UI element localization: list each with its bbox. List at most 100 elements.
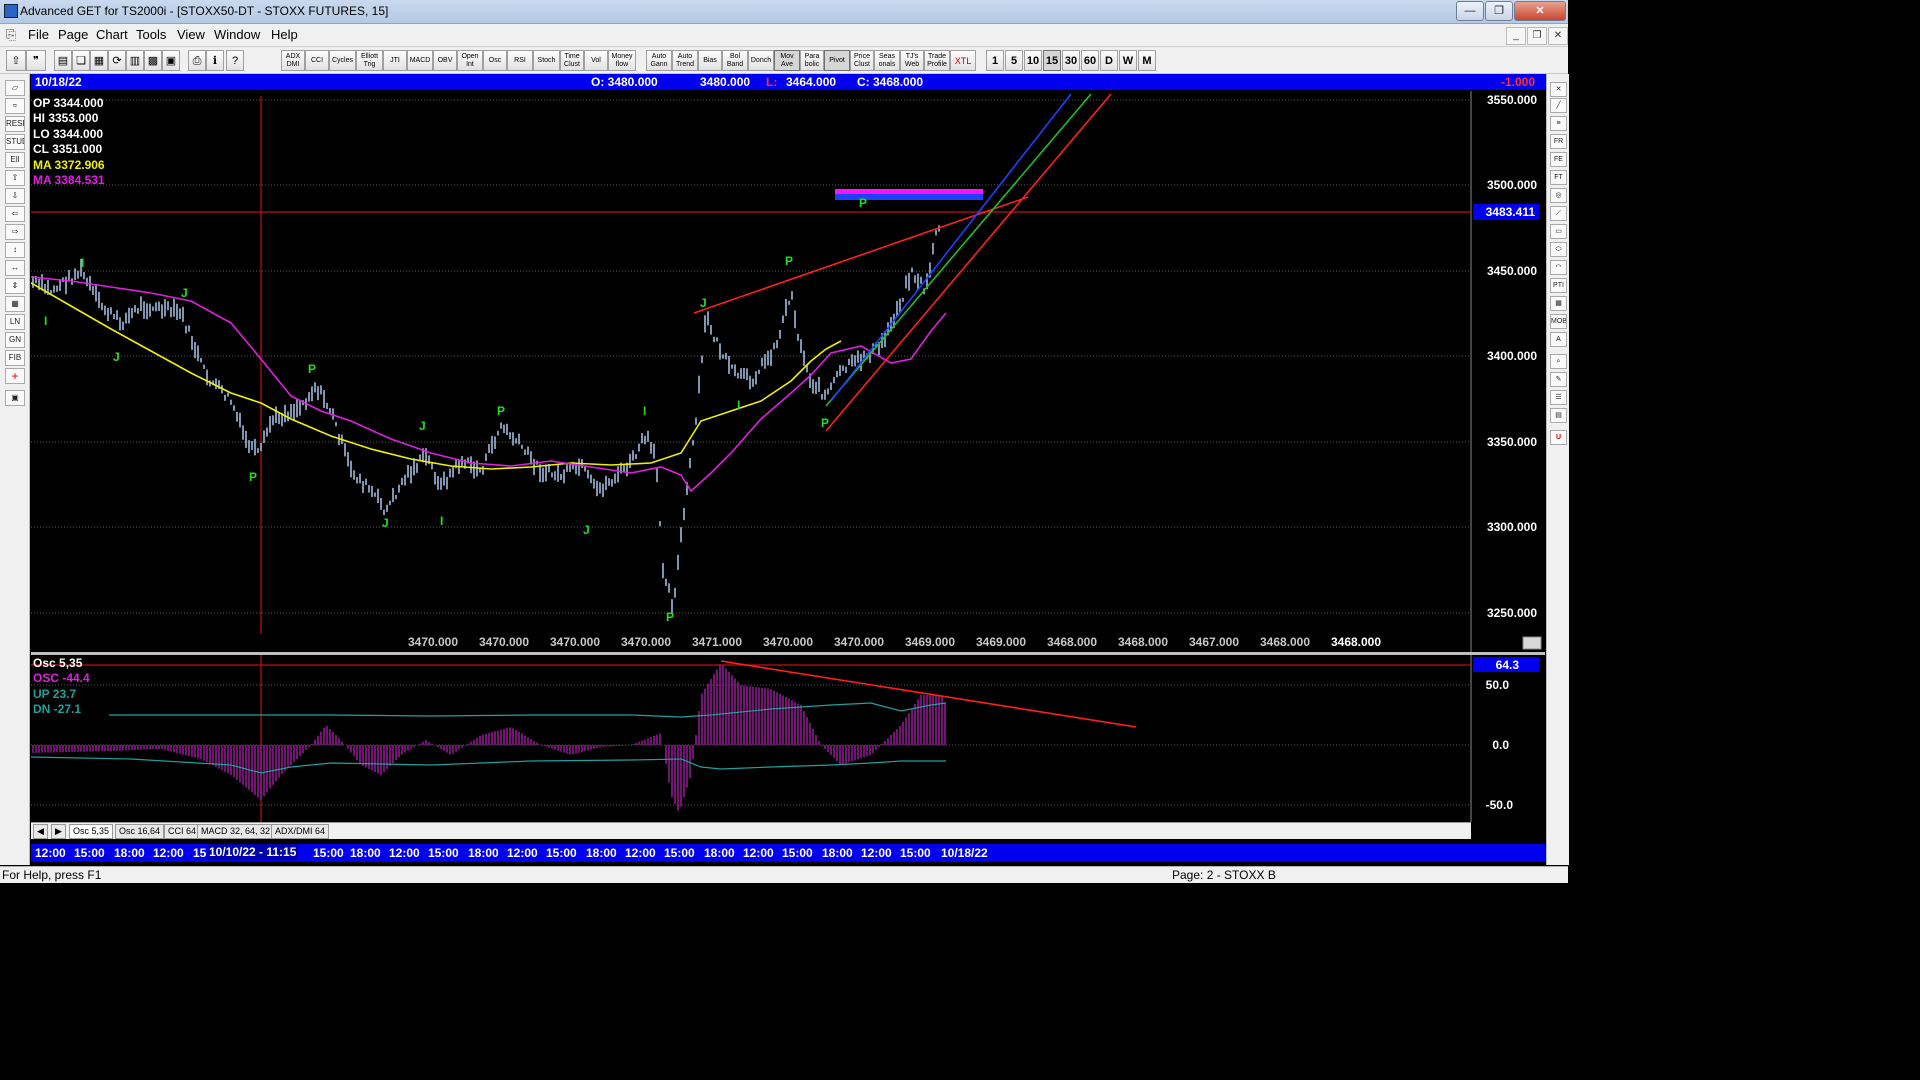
oscillator-chart[interactable]: Osc 5,35 OSC -44.4 UP 23.7 DN -27.1 64.3… bbox=[31, 655, 1545, 822]
btn-trade-profile[interactable]: Trade Profile bbox=[924, 50, 950, 71]
left-arrow-icon[interactable]: ⇦ bbox=[5, 206, 25, 222]
tile-icon[interactable]: ▥ bbox=[126, 50, 144, 71]
tab-scroll-right-icon[interactable]: ▶ bbox=[51, 824, 66, 839]
pti-icon[interactable]: PTI bbox=[1550, 278, 1567, 293]
menu-view[interactable]: View bbox=[177, 27, 205, 42]
btn-parabolic[interactable]: Para bolic bbox=[800, 50, 824, 71]
btn-pivot[interactable]: Pivot bbox=[824, 50, 850, 71]
tab-scroll-left-icon[interactable]: ◀ bbox=[33, 824, 48, 839]
btn-osc[interactable]: Osc bbox=[483, 50, 507, 71]
menu-tools[interactable]: Tools bbox=[136, 27, 166, 42]
tab-adx-dmi[interactable]: ADX/DMI 64 bbox=[271, 824, 330, 839]
window-icon[interactable]: ▣ bbox=[162, 50, 180, 71]
grid-tool-icon[interactable]: ▦ bbox=[1550, 296, 1567, 311]
minimize-button[interactable]: — bbox=[1456, 1, 1484, 21]
box-icon[interactable]: ▦ bbox=[5, 296, 25, 312]
btn-elliott-trig[interactable]: Elliott Trig bbox=[356, 50, 383, 71]
btn-macd[interactable]: MACD bbox=[407, 50, 433, 71]
period-10[interactable]: 10 bbox=[1024, 50, 1042, 71]
tab-macd[interactable]: MACD 32, 64, 32 bbox=[197, 824, 275, 839]
btn-vol[interactable]: Vol bbox=[584, 50, 608, 71]
ellipse-icon[interactable]: ⬭ bbox=[1550, 242, 1567, 257]
fib-time-icon[interactable]: FT bbox=[1550, 170, 1567, 185]
period-1[interactable]: 1 bbox=[986, 50, 1004, 71]
sync-icon[interactable]: ⟳ bbox=[108, 50, 126, 71]
right-arrow-icon[interactable]: ⇨ bbox=[5, 224, 25, 240]
btn-time-clust[interactable]: Time Clust bbox=[560, 50, 584, 71]
period-weekly[interactable]: W bbox=[1119, 50, 1137, 71]
period-5[interactable]: 5 bbox=[1005, 50, 1023, 71]
fan-icon[interactable]: ⟋ bbox=[1550, 206, 1567, 221]
arc-icon[interactable]: ◠ bbox=[1550, 260, 1567, 275]
tab-osc-16-64[interactable]: Osc 16,64 bbox=[115, 824, 165, 839]
print-icon[interactable]: ⎙ bbox=[188, 50, 206, 71]
btn-auto-trend[interactable]: Auto Trend bbox=[672, 50, 698, 71]
btn-adx-dmi[interactable]: ADX DMI bbox=[281, 50, 305, 71]
fib-icon[interactable]: FIB bbox=[5, 350, 25, 366]
study-icon[interactable]: STUDY bbox=[5, 134, 25, 150]
period-60[interactable]: 60 bbox=[1081, 50, 1099, 71]
text-tool-icon[interactable]: A bbox=[1550, 332, 1567, 347]
stack-icon[interactable]: ☰ bbox=[1550, 390, 1567, 405]
grid-icon[interactable]: ▩ bbox=[144, 50, 162, 71]
period-15[interactable]: 15 bbox=[1043, 50, 1061, 71]
fit-icon[interactable]: ⇕ bbox=[5, 278, 25, 294]
mob-icon[interactable]: MOB bbox=[1550, 314, 1567, 329]
fib-extension-icon[interactable]: FE bbox=[1550, 152, 1567, 167]
info-icon[interactable]: ℹ bbox=[206, 50, 224, 71]
quote-icon[interactable]: ❞ bbox=[26, 50, 46, 71]
mdi-minimize-button[interactable]: _ bbox=[1506, 27, 1526, 45]
menu-file[interactable]: File bbox=[28, 27, 49, 42]
circle-icon[interactable]: ◎ bbox=[1550, 188, 1567, 203]
btn-open-int[interactable]: Open Int bbox=[457, 50, 483, 71]
btn-price-clust[interactable]: Price Clust bbox=[850, 50, 874, 71]
menu-window[interactable]: Window bbox=[214, 27, 260, 42]
copy-icon[interactable]: ❏ bbox=[72, 50, 90, 71]
period-monthly[interactable]: M bbox=[1138, 50, 1156, 71]
help-pointer-icon[interactable]: ? bbox=[226, 50, 244, 71]
channel-icon[interactable]: ≡ bbox=[1550, 116, 1567, 131]
undo-icon[interactable]: U bbox=[1550, 430, 1567, 445]
zoom-icon[interactable]: ⌕ bbox=[1550, 354, 1567, 369]
btn-mov-ave[interactable]: Mov Ave bbox=[774, 50, 800, 71]
btn-jti[interactable]: JTI bbox=[383, 50, 407, 71]
down-arrow-icon[interactable]: ⇩ bbox=[5, 188, 25, 204]
fib-retracement-icon[interactable]: FR bbox=[1550, 134, 1567, 149]
pencil-icon[interactable]: ✎ bbox=[1550, 372, 1567, 387]
open-folder-icon[interactable]: ▱ bbox=[5, 80, 25, 96]
layout-icon[interactable]: ▦ bbox=[90, 50, 108, 71]
price-chart[interactable]: I I J J P P J J P I P J I P J P I P OP 3… bbox=[31, 91, 1545, 652]
delete-icon[interactable]: ✕ bbox=[1550, 82, 1567, 97]
up-arrow-icon[interactable]: ⇧ bbox=[5, 170, 25, 186]
line-draw-icon[interactable]: ╱ bbox=[1550, 98, 1567, 113]
btn-bias[interactable]: Bias bbox=[698, 50, 722, 71]
period-daily[interactable]: D bbox=[1100, 50, 1118, 71]
menu-chart[interactable]: Chart bbox=[96, 27, 128, 42]
layers-icon[interactable]: ▤ bbox=[1550, 408, 1567, 423]
btn-bol-band[interactable]: Bol Band bbox=[722, 50, 748, 71]
period-30[interactable]: 30 bbox=[1062, 50, 1080, 71]
mdi-restore-button[interactable]: ❐ bbox=[1527, 27, 1547, 45]
btn-xtl[interactable]: XTL bbox=[950, 50, 976, 71]
close-button[interactable]: ✕ bbox=[1514, 1, 1566, 21]
btn-tjs-web[interactable]: TJ's Web bbox=[900, 50, 924, 71]
reset-icon[interactable]: RESET bbox=[5, 116, 25, 132]
btn-seasonals[interactable]: Seas onals bbox=[874, 50, 900, 71]
tab-osc-5-35[interactable]: Osc 5,35 bbox=[69, 824, 114, 839]
btn-cci[interactable]: CCI bbox=[305, 50, 329, 71]
doc-icon[interactable]: ⎘ bbox=[6, 27, 16, 43]
wave-icon[interactable]: ≈ bbox=[5, 98, 25, 114]
btn-money-flow[interactable]: Money flow bbox=[608, 50, 636, 71]
restore-button[interactable]: ❐ bbox=[1485, 1, 1513, 21]
gann-icon[interactable]: GN bbox=[5, 332, 25, 348]
save-icon[interactable]: ▣ bbox=[5, 390, 25, 406]
expand-icon[interactable]: ↔ bbox=[5, 260, 25, 276]
btn-cycles[interactable]: Cycles bbox=[329, 50, 356, 71]
btn-donch[interactable]: Donch bbox=[748, 50, 774, 71]
btn-stoch[interactable]: Stoch bbox=[533, 50, 560, 71]
lines-icon[interactable]: LN bbox=[5, 314, 25, 330]
crosshair-icon[interactable]: + bbox=[5, 368, 25, 384]
btn-obv[interactable]: OBV bbox=[433, 50, 457, 71]
mdi-close-button[interactable]: ✕ bbox=[1548, 27, 1568, 45]
btn-auto-gann[interactable]: Auto Gann bbox=[646, 50, 672, 71]
